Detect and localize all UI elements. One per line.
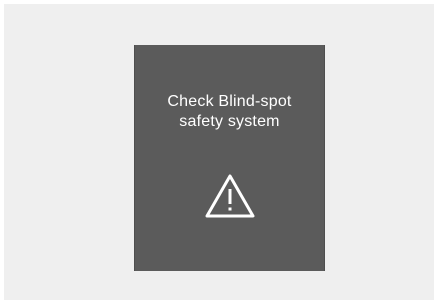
- warning-message-line-2: safety system: [179, 113, 280, 130]
- cluster-display: Check Blind-spot safety system: [134, 45, 325, 271]
- warning-triangle-icon: [205, 174, 255, 218]
- image-frame: Check Blind-spot safety system: [4, 4, 434, 300]
- warning-message-line-1: Check Blind-spot: [167, 93, 292, 110]
- warning-message: Check Blind-spot safety system: [135, 92, 324, 132]
